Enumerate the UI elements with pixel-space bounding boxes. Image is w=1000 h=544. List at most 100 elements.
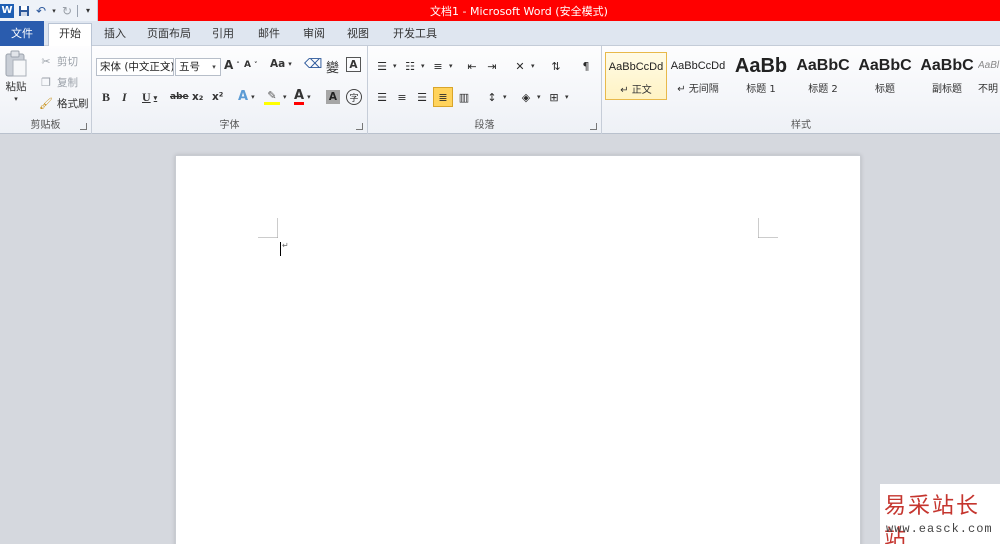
justify-button[interactable]: ≣ [433, 87, 453, 107]
tab-review[interactable]: 审阅 [297, 24, 331, 46]
window-title: 文档1 - Microsoft Word (安全模式) [430, 5, 608, 18]
chinese-layout-icon: ✕ [515, 59, 525, 73]
margin-corner-top-left [258, 218, 278, 238]
tab-developer[interactable]: 开发工具 [388, 24, 442, 46]
tab-home[interactable]: 开始 [48, 23, 92, 47]
char-border-button[interactable]: A [346, 57, 361, 72]
align-center-button[interactable]: ≡ [394, 89, 410, 105]
show-marks-button[interactable]: ¶ [578, 58, 594, 74]
clipboard-group-label: 剪贴板 [30, 120, 61, 131]
shrink-font-icon: A [244, 60, 251, 70]
style-preview: AaBbC [796, 57, 850, 74]
distributed-button[interactable]: ▥ [456, 89, 472, 105]
undo-icon[interactable]: ↶ [34, 4, 48, 18]
style-heading-2[interactable]: AaBbC 标题 2 [792, 52, 854, 100]
style-preview: AaBbCcDd [670, 60, 726, 72]
style-title[interactable]: AaBbC 标题 [854, 52, 916, 100]
save-icon[interactable] [17, 4, 31, 18]
tab-file[interactable]: 文件 [0, 21, 44, 46]
chinese-layout-button[interactable]: ✕ ▾ [512, 58, 534, 74]
style-preview: AaBbCcDd [608, 61, 664, 73]
tab-page-layout[interactable]: 页面布局 [142, 24, 196, 46]
bullets-button[interactable]: ☰ ▾ [374, 58, 396, 74]
format-painter-button[interactable]: 🖌 格式刷 [38, 95, 89, 111]
paragraph-launcher-icon[interactable] [590, 123, 597, 130]
change-case-button[interactable]: Aa ▾ [270, 58, 292, 70]
tab-insert[interactable]: 插入 [98, 24, 132, 46]
font-size-combo[interactable]: 五号 ▾ [175, 58, 221, 76]
increase-indent-button[interactable]: ⇥ [484, 58, 500, 74]
shading-button[interactable]: ◈ ▾ [518, 89, 541, 105]
paste-button[interactable]: 粘贴 ▾ [4, 50, 28, 103]
clear-format-button[interactable]: ⌫ [304, 57, 322, 72]
tab-view[interactable]: 视图 [341, 24, 375, 46]
distributed-icon: ▥ [458, 90, 470, 104]
align-left-button[interactable]: ☰ [374, 89, 390, 105]
sort-icon: ⇅ [551, 59, 561, 73]
text-effects-button[interactable]: A ▾ [238, 89, 255, 104]
multilevel-list-icon: ≡ [433, 59, 443, 73]
highlight-button[interactable]: ✎ ▾ [264, 89, 287, 105]
redo-icon[interactable]: ↻ [60, 4, 74, 18]
cut-button[interactable]: ✂ 剪切 [38, 53, 78, 69]
char-shading-button[interactable]: A [326, 90, 340, 104]
paste-icon [5, 50, 27, 77]
phonetic-guide-button[interactable]: 變 [326, 57, 339, 76]
superscript-button[interactable]: x² [212, 91, 223, 103]
style-name: ↵ 无间隔 [677, 84, 719, 95]
line-spacing-button[interactable]: ↕ ▾ [484, 89, 506, 105]
copy-icon: ❐ [41, 75, 51, 89]
font-family-combo[interactable]: 宋体 (中文正文) ▾ [96, 58, 174, 76]
font-color-button[interactable]: A ▾ [294, 89, 311, 105]
shrink-font-button[interactable]: A ˅ [244, 60, 257, 70]
tab-mailings[interactable]: 邮件 [252, 24, 286, 46]
tab-references[interactable]: 引用 [206, 24, 240, 46]
sort-button[interactable]: ⇅ [548, 58, 564, 74]
style-normal[interactable]: AaBbCcDd ↵ 正文 [605, 52, 667, 100]
strikethrough-button[interactable]: abe [170, 92, 189, 102]
style-name: 不明 [978, 84, 998, 95]
paragraph-group: ☰ ▾ ☷ ▾ ≡ ▾ ⇤ ⇥ ✕ ▾ ⇅ ¶ ☰ ≡ ☰ ≣ ▥ ↕ ▾ ◈ ▾ ⊞ ▾ 段… [368, 46, 602, 134]
margin-corner-top-right [758, 218, 778, 238]
italic-button[interactable]: I [122, 90, 127, 105]
multilevel-list-button[interactable]: ≡ ▾ [430, 58, 452, 74]
font-launcher-icon[interactable] [356, 123, 363, 130]
decrease-indent-button[interactable]: ⇤ [464, 58, 480, 74]
style-heading-1[interactable]: AaBb 标题 1 [730, 52, 792, 100]
paragraph-group-label: 段落 [474, 120, 495, 131]
borders-button[interactable]: ⊞ ▾ [546, 89, 568, 105]
bold-button[interactable]: B [102, 90, 110, 105]
grow-font-button[interactable]: A ˄ [224, 58, 240, 72]
style-name: 标题 1 [746, 84, 776, 95]
word-logo-icon: W [0, 3, 14, 18]
clipboard-launcher-icon[interactable] [80, 123, 87, 130]
qat-separator [77, 4, 78, 17]
decrease-indent-icon: ⇤ [467, 59, 477, 73]
change-case-icon: Aa [270, 58, 286, 70]
underline-icon: U [142, 90, 151, 104]
ribbon-tabs: 文件 开始 插入 页面布局 引用 邮件 审阅 视图 开发工具 [0, 21, 1000, 47]
enclose-char-button[interactable]: 字 [346, 89, 362, 105]
copy-button[interactable]: ❐ 复制 [38, 74, 78, 90]
align-center-icon: ≡ [397, 90, 407, 104]
style-no-spacing[interactable]: AaBbCcDd ↵ 无间隔 [667, 52, 729, 100]
subscript-button[interactable]: x₂ [192, 91, 203, 103]
font-group-label: 字体 [219, 120, 240, 131]
customize-qat-icon[interactable]: ▾ [81, 4, 95, 18]
document-page[interactable]: ↵ [175, 155, 861, 544]
undo-dropdown-icon[interactable]: ▾ [51, 4, 57, 18]
font-family-dropdown-icon[interactable]: ▾ [161, 59, 173, 75]
numbering-button[interactable]: ☷ ▾ [402, 58, 424, 74]
format-painter-label: 格式刷 [57, 97, 89, 110]
style-subtle-emphasis[interactable]: AaBl 不明 [978, 52, 1000, 100]
style-subtitle[interactable]: AaBbC 副标题 [916, 52, 978, 100]
quick-access-toolbar: W ↶ ▾ ↻ ▾ [0, 0, 98, 21]
paste-dropdown-icon[interactable]: ▾ [14, 95, 18, 103]
underline-button[interactable]: U ▾ [142, 90, 157, 105]
cut-label: 剪切 [57, 55, 78, 68]
align-right-button[interactable]: ☰ [414, 89, 430, 105]
font-size-dropdown-icon[interactable]: ▾ [208, 59, 220, 75]
numbered-list-icon: ☷ [405, 59, 415, 73]
paintbrush-icon: 🖌 [39, 96, 53, 110]
font-size-value: 五号 [179, 61, 200, 73]
